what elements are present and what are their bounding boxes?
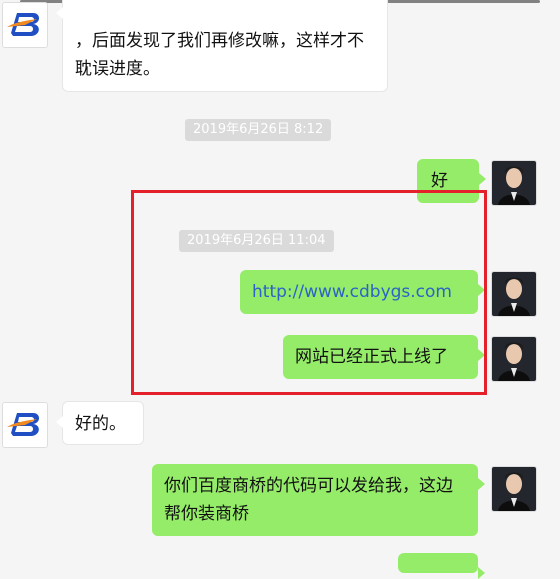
- message-bubble-right[interactable]: http://www.cdbygs.com: [240, 270, 485, 314]
- message-bubble-right[interactable]: [398, 553, 485, 579]
- self-avatar[interactable]: [491, 466, 537, 512]
- logo-b-icon: [3, 403, 47, 447]
- logo-b-icon: [3, 3, 47, 47]
- timestamp: 2019年6月26日 11:04: [179, 230, 334, 252]
- message-bubble-right[interactable]: 好: [417, 159, 486, 203]
- message-bubble-right[interactable]: 你们百度商桥的代码可以发给我，这边帮你装商桥: [152, 464, 485, 536]
- contact-avatar[interactable]: [2, 402, 48, 448]
- message-bubble-left[interactable]: ，后面发现了我们再修改嘛，这样才不耽误进度。: [56, 0, 388, 92]
- message-text: 你们百度商桥的代码可以发给我，这边帮你装商桥: [164, 476, 453, 524]
- message-bubble-left[interactable]: 好的。: [56, 401, 144, 445]
- user-photo-icon: [492, 272, 536, 316]
- message-bubble-right[interactable]: 网站已经正式上线了: [283, 335, 485, 379]
- message-text: ，后面发现了我们再修改嘛，这样才不耽误进度。: [75, 31, 364, 79]
- contact-avatar[interactable]: [2, 2, 48, 48]
- timestamp: 2019年6月26日 8:12: [185, 119, 332, 141]
- user-photo-icon: [492, 467, 536, 511]
- message-text: 网站已经正式上线了: [295, 347, 448, 367]
- message-text: 好: [431, 171, 448, 191]
- self-avatar[interactable]: [491, 160, 537, 206]
- user-photo-icon: [492, 161, 536, 205]
- message-link[interactable]: http://www.cdbygs.com: [252, 282, 452, 302]
- self-avatar[interactable]: [491, 336, 537, 382]
- user-photo-icon: [492, 337, 536, 381]
- message-text: 好的。: [75, 414, 126, 434]
- self-avatar[interactable]: [491, 271, 537, 317]
